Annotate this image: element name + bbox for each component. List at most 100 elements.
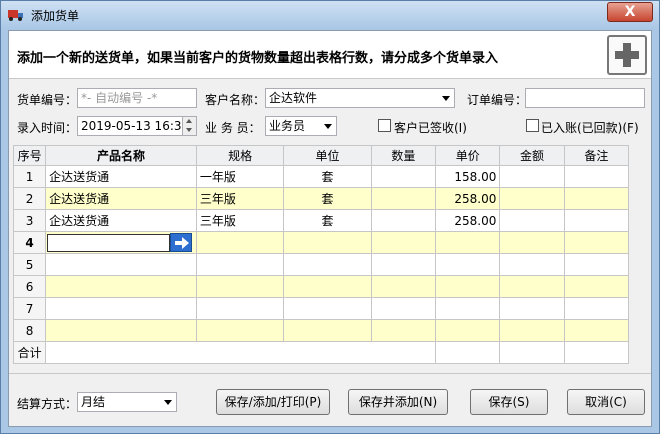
dialog-body: 添加一个新的送货单，如果当前客户的货物数量超出表格行数，请分成多个货单录入 货单… xyxy=(8,30,652,427)
spec-cell[interactable]: 三年版 xyxy=(195,187,285,210)
product-name-cell[interactable]: 企达送货通 xyxy=(45,187,197,210)
price-cell[interactable] xyxy=(435,319,501,342)
unit-cell[interactable]: 套 xyxy=(283,165,372,188)
chevron-down-icon xyxy=(324,124,332,129)
entry-time-picker[interactable]: 2019-05-13 16:30 xyxy=(77,116,197,136)
price-cell[interactable] xyxy=(435,253,501,276)
spinner-icon[interactable] xyxy=(182,117,196,135)
customer-select[interactable]: 企达软件 xyxy=(265,88,455,108)
spec-cell[interactable]: 三年版 xyxy=(195,209,285,232)
title-bar: 添加货单 X xyxy=(1,1,659,29)
qty-cell[interactable] xyxy=(370,297,437,320)
entry-time-value: 2019-05-13 16:30 xyxy=(81,119,190,133)
spec-cell[interactable] xyxy=(195,275,285,298)
amount-cell[interactable] xyxy=(499,165,565,188)
unit-cell[interactable]: 套 xyxy=(283,187,372,210)
qty-cell[interactable] xyxy=(370,165,437,188)
close-button[interactable]: X xyxy=(607,2,653,22)
product-name-cell[interactable] xyxy=(45,297,197,320)
qty-cell[interactable] xyxy=(370,319,437,342)
row-number: 1 xyxy=(12,165,47,188)
price-cell[interactable] xyxy=(435,231,501,254)
unit-cell[interactable]: 套 xyxy=(283,209,372,232)
clerk-select[interactable]: 业务员 xyxy=(265,116,337,136)
unit-cell[interactable] xyxy=(283,253,372,276)
price-cell[interactable] xyxy=(435,297,501,320)
product-name-editor[interactable] xyxy=(47,232,192,252)
unit-cell[interactable] xyxy=(283,297,372,320)
spec-cell[interactable] xyxy=(195,319,285,342)
row-number: 2 xyxy=(12,187,47,210)
product-name-cell[interactable]: 企达送货通 xyxy=(45,165,197,188)
customer-value: 企达软件 xyxy=(269,91,318,105)
plus-icon xyxy=(607,35,647,75)
order-items-table: 序号 产品名称 规格 单位 数量 单价 金额 备注 1 企达送货通 一年版 套 xyxy=(12,145,630,364)
note-cell[interactable] xyxy=(563,231,630,254)
customer-label: 客户名称： xyxy=(205,93,266,107)
save-button[interactable]: 保存(S) xyxy=(470,389,548,415)
table-row: 6 xyxy=(12,275,630,298)
unit-cell[interactable] xyxy=(283,231,372,254)
order-no-field[interactable]: *- 自动编号 -* xyxy=(77,88,197,108)
price-cell[interactable]: 258.00 xyxy=(435,209,501,232)
amount-cell[interactable] xyxy=(499,209,565,232)
row-number: 4 xyxy=(12,231,47,254)
settlement-select[interactable]: 月结 xyxy=(77,392,177,412)
qty-cell[interactable] xyxy=(370,253,437,276)
window-title: 添加货单 xyxy=(31,9,80,23)
qty-cell[interactable] xyxy=(370,231,437,254)
total-note-cell xyxy=(563,341,630,364)
note-cell[interactable] xyxy=(563,275,630,298)
qty-cell[interactable] xyxy=(370,187,437,210)
note-cell[interactable] xyxy=(563,165,630,188)
clerk-value: 业务员 xyxy=(269,119,306,133)
product-name-cell[interactable] xyxy=(45,253,197,276)
price-cell[interactable]: 258.00 xyxy=(435,187,501,210)
paid-checkbox[interactable] xyxy=(526,119,539,132)
table-header: 序号 产品名称 规格 单位 数量 单价 金额 备注 xyxy=(12,145,630,166)
note-cell[interactable] xyxy=(563,253,630,276)
amount-cell[interactable] xyxy=(499,231,565,254)
signed-label[interactable]: 客户已签收(I) xyxy=(394,119,467,136)
unit-cell[interactable] xyxy=(283,319,372,342)
save-and-add-button[interactable]: 保存并添加(N) xyxy=(348,389,448,415)
unit-cell[interactable] xyxy=(283,275,372,298)
spec-cell[interactable]: 一年版 xyxy=(195,165,285,188)
signed-checkbox[interactable] xyxy=(378,119,391,132)
amount-cell[interactable] xyxy=(499,253,565,276)
chevron-down-icon xyxy=(442,96,450,101)
spec-cell[interactable] xyxy=(195,253,285,276)
product-name-cell[interactable] xyxy=(45,275,197,298)
cancel-button[interactable]: 取消(C) xyxy=(567,389,645,415)
amount-cell[interactable] xyxy=(499,297,565,320)
save-add-print-button[interactable]: 保存/添加/打印(P) xyxy=(216,389,330,415)
product-name-cell[interactable]: 企达送货通 xyxy=(45,209,197,232)
note-cell[interactable] xyxy=(563,319,630,342)
po-no-field[interactable] xyxy=(525,88,645,108)
price-cell[interactable] xyxy=(435,275,501,298)
product-name-cell[interactable] xyxy=(45,231,197,254)
qty-cell[interactable] xyxy=(370,275,437,298)
amount-cell[interactable] xyxy=(499,187,565,210)
clerk-label: 业 务 员： xyxy=(205,121,261,135)
info-banner: 添加一个新的送货单，如果当前客户的货物数量超出表格行数，请分成多个货单录入 xyxy=(9,31,651,79)
price-cell[interactable]: 158.00 xyxy=(435,165,501,188)
total-label: 合计 xyxy=(12,341,47,364)
settlement-value: 月结 xyxy=(81,395,106,409)
amount-cell[interactable] xyxy=(499,275,565,298)
note-cell[interactable] xyxy=(563,187,630,210)
spec-cell[interactable] xyxy=(195,297,285,320)
spec-cell[interactable] xyxy=(195,231,285,254)
table-row: 7 xyxy=(12,297,630,320)
paid-label[interactable]: 已入账(已回款)(F) xyxy=(541,119,639,136)
row-number: 7 xyxy=(12,297,47,320)
total-price-cell xyxy=(435,341,501,364)
add-order-window: 添加货单 X 添加一个新的送货单，如果当前客户的货物数量超出表格行数，请分成多个… xyxy=(0,0,660,434)
entry-time-label: 录入时间： xyxy=(17,121,78,135)
amount-cell[interactable] xyxy=(499,319,565,342)
qty-cell[interactable] xyxy=(370,209,437,232)
note-cell[interactable] xyxy=(563,297,630,320)
arrow-right-icon[interactable] xyxy=(169,232,192,252)
note-cell[interactable] xyxy=(563,209,630,232)
product-name-cell[interactable] xyxy=(45,319,197,342)
